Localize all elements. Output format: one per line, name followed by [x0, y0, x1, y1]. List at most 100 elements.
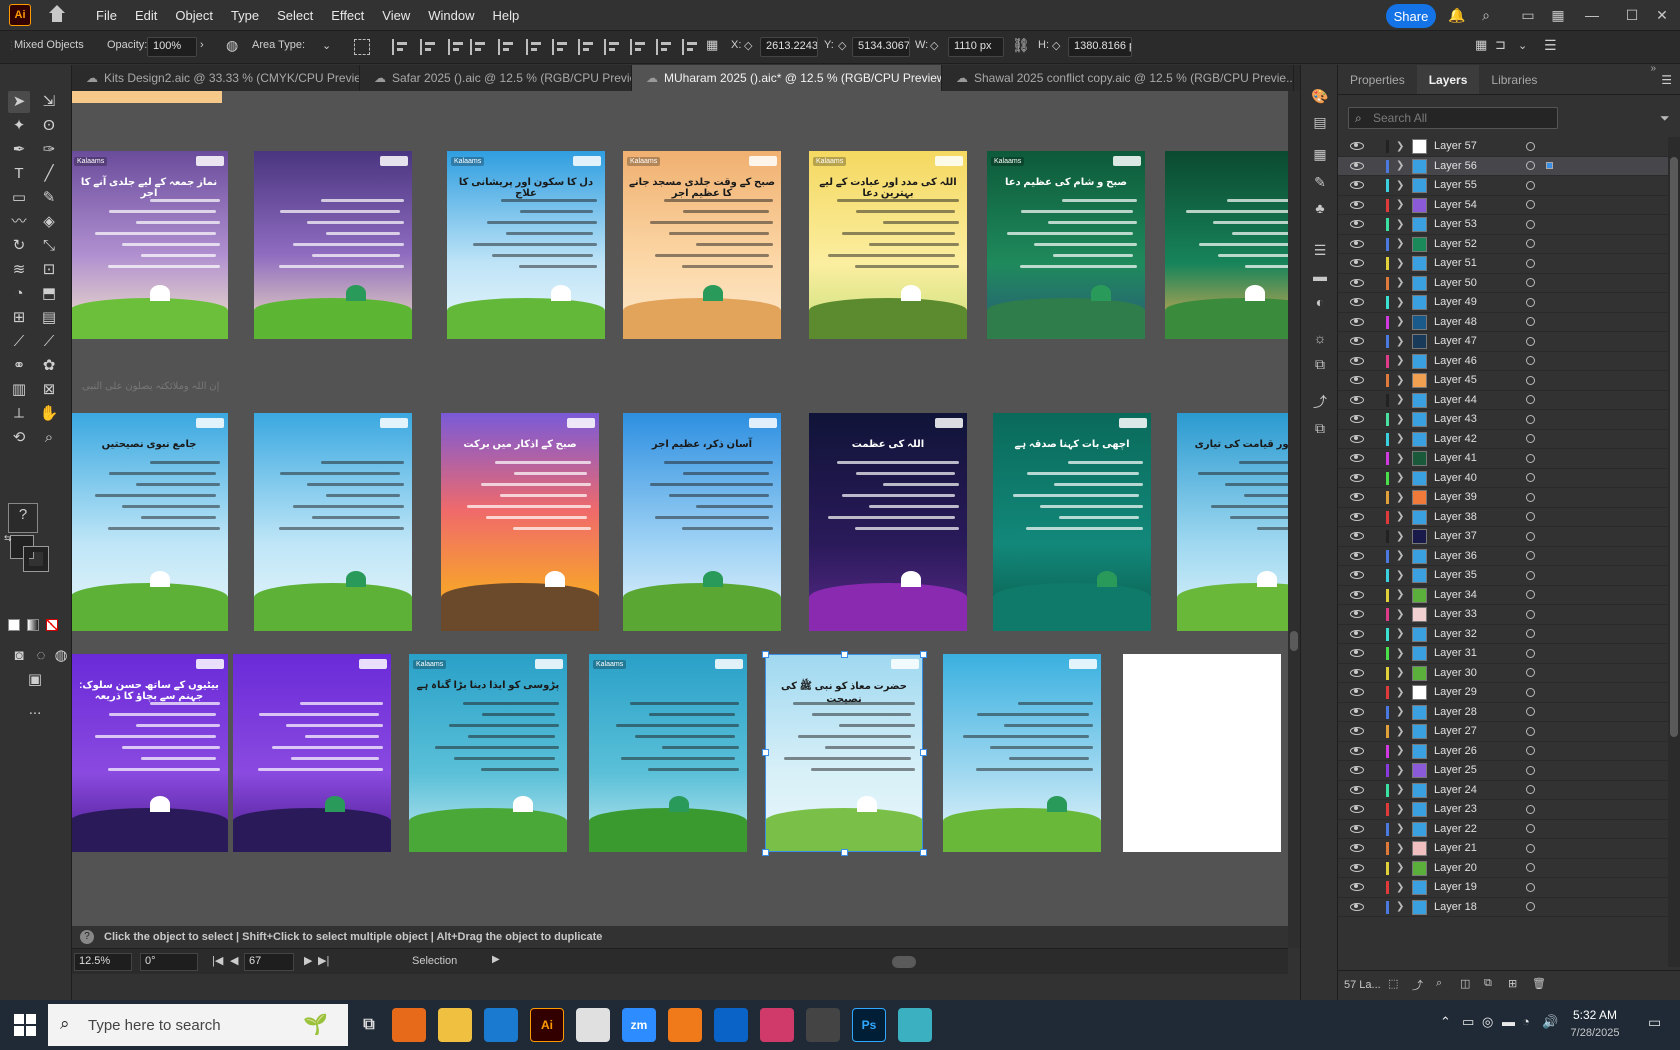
layer-target-icon[interactable] [1526, 609, 1535, 619]
expand-chevron-icon[interactable]: ❯ [1396, 687, 1404, 698]
layer-name[interactable]: Layer 22 [1434, 823, 1477, 835]
layer-row[interactable]: ❯ Layer 40 [1338, 469, 1668, 488]
paintbrush-tool-icon[interactable]: 〰 [8, 211, 30, 233]
expand-chevron-icon[interactable]: ❯ [1396, 901, 1404, 912]
artboard[interactable]: بیٹیوں کے ساتھ حسن سلوک: جہنم سے بچاؤ کا… [72, 654, 228, 852]
illustrator-taskbar-icon[interactable]: Ai [530, 1008, 564, 1042]
next-artboard-icon[interactable]: ▶ [304, 954, 312, 967]
layer-target-icon[interactable] [1526, 297, 1535, 307]
visibility-eye-icon[interactable] [1350, 220, 1364, 229]
distribute-center-icon[interactable] [656, 39, 672, 55]
visibility-eye-icon[interactable] [1350, 200, 1364, 209]
new-layer-icon[interactable]: ⊞ [1508, 977, 1517, 990]
reference-point-icon[interactable]: ▦ [706, 37, 718, 53]
layer-row[interactable]: ❯ Layer 28 [1338, 703, 1668, 722]
visibility-eye-icon[interactable] [1350, 473, 1364, 482]
expand-chevron-icon[interactable]: ❯ [1396, 355, 1404, 366]
resize-handle[interactable] [762, 651, 769, 658]
expand-chevron-icon[interactable]: ❯ [1396, 511, 1404, 522]
expand-chevron-icon[interactable]: ❯ [1396, 433, 1404, 444]
expand-chevron-icon[interactable]: ❯ [1396, 453, 1404, 464]
windows-start-icon[interactable] [14, 1014, 36, 1036]
layer-target-icon[interactable] [1526, 161, 1535, 171]
expand-chevron-icon[interactable]: ❯ [1396, 258, 1404, 269]
layer-target-icon[interactable] [1526, 863, 1535, 873]
expand-chevron-icon[interactable]: ❯ [1396, 336, 1404, 347]
graphic-styles-icon[interactable]: ⧉ [1311, 355, 1329, 373]
expand-chevron-icon[interactable]: ❯ [1396, 492, 1404, 503]
layer-target-icon[interactable] [1526, 648, 1535, 658]
recolor-icon[interactable]: ◍ [226, 37, 238, 54]
layer-row[interactable]: ❯ Layer 23 [1338, 800, 1668, 820]
distribute-left-icon[interactable] [630, 39, 646, 55]
layer-row[interactable]: ❯ Layer 18 [1338, 898, 1668, 917]
constrain-proportions-icon[interactable]: ⛓ [1012, 37, 1030, 54]
layer-name[interactable]: Layer 31 [1434, 647, 1477, 659]
visibility-eye-icon[interactable] [1350, 883, 1364, 892]
layer-row[interactable]: ❯ Layer 50 [1338, 274, 1668, 293]
brushes-icon[interactable]: ✎ [1311, 173, 1329, 191]
expand-chevron-icon[interactable]: ❯ [1396, 804, 1404, 815]
layer-name[interactable]: Layer 25 [1434, 764, 1477, 776]
visibility-eye-icon[interactable] [1350, 415, 1364, 424]
visibility-eye-icon[interactable] [1350, 493, 1364, 502]
layer-target-icon[interactable] [1526, 219, 1535, 229]
layer-target-icon[interactable] [1526, 531, 1535, 541]
more-options-chevron-icon[interactable]: ⌄ [1518, 39, 1527, 52]
selection-bounding-box[interactable] [765, 654, 923, 852]
layer-row[interactable]: ❯ Layer 35 [1338, 566, 1668, 586]
direct-selection-tool-icon[interactable]: ⇲ [38, 91, 60, 113]
visibility-eye-icon[interactable] [1350, 805, 1364, 814]
visibility-eye-icon[interactable] [1350, 590, 1364, 599]
layer-target-icon[interactable] [1526, 375, 1535, 385]
artboard[interactable]: Kalaams اللہ کی مدد اور عبادت کے لیے بہتر… [809, 151, 967, 339]
layer-name[interactable]: Layer 47 [1434, 335, 1477, 347]
expand-chevron-icon[interactable]: ❯ [1396, 823, 1404, 834]
layer-target-icon[interactable] [1526, 453, 1535, 463]
visibility-eye-icon[interactable] [1350, 824, 1364, 833]
align-top-icon[interactable] [470, 39, 486, 55]
app-gem-taskbar-icon[interactable] [898, 1008, 932, 1042]
stroke-swatch[interactable] [23, 546, 49, 572]
draw-inside-icon[interactable]: ◍ [50, 645, 72, 667]
symbols-icon[interactable]: ♣ [1311, 199, 1329, 217]
layer-name[interactable]: Layer 44 [1434, 394, 1477, 406]
collect-export-icon[interactable]: ⬚ [1388, 977, 1398, 990]
none-mode-icon[interactable] [46, 619, 58, 631]
layer-target-icon[interactable] [1526, 765, 1535, 775]
layer-name[interactable]: Layer 40 [1434, 472, 1477, 484]
layer-target-icon[interactable] [1526, 590, 1535, 600]
artboard[interactable] [943, 654, 1101, 852]
layer-row[interactable]: ❯ Layer 30 [1338, 664, 1668, 683]
expand-chevron-icon[interactable]: ❯ [1396, 745, 1404, 756]
artboard[interactable]: موت اور قیامت کی تیاری [1177, 413, 1288, 631]
w-stepper-icon[interactable]: ◇ [930, 39, 938, 52]
panel-collapse-icon[interactable]: » [1650, 63, 1656, 74]
delete-layer-icon[interactable]: 🗑 [1532, 977, 1546, 990]
slice-tool-icon[interactable]: ⟂ [8, 403, 30, 425]
artboard[interactable]: آسان ذکر، عظیم اجر [623, 413, 781, 631]
panel-options-menu-icon[interactable]: ☰ [1661, 73, 1672, 87]
layer-target-icon[interactable] [1526, 726, 1535, 736]
visibility-eye-icon[interactable] [1350, 239, 1364, 248]
type-tool-icon[interactable]: T [8, 163, 30, 185]
expand-chevron-icon[interactable]: ❯ [1396, 648, 1404, 659]
y-stepper-icon[interactable]: ◇ [838, 39, 846, 52]
artboard[interactable]: Kalaams نماز جمعہ کے لیے جلدی آنے کا اجر [72, 151, 228, 339]
opacity-arrow-icon[interactable]: › [200, 39, 204, 51]
export-asset-icon[interactable]: ⤴ [1412, 977, 1423, 993]
layer-target-icon[interactable] [1526, 512, 1535, 522]
layer-target-icon[interactable] [1526, 239, 1535, 249]
expand-chevron-icon[interactable]: ❯ [1396, 199, 1404, 210]
swap-fill-stroke-icon[interactable]: ⇆ [4, 533, 12, 544]
explorer-taskbar-icon[interactable] [438, 1008, 472, 1042]
visibility-eye-icon[interactable] [1350, 278, 1364, 287]
layer-target-icon[interactable] [1526, 687, 1535, 697]
artboard[interactable] [254, 151, 412, 339]
expand-chevron-icon[interactable]: ❯ [1396, 862, 1404, 873]
zoom-level-input[interactable]: 12.5% [74, 953, 132, 971]
visibility-eye-icon[interactable] [1350, 863, 1364, 872]
layer-row[interactable]: ❯ Layer 25 [1338, 761, 1668, 781]
firefox-taskbar-icon[interactable] [392, 1008, 426, 1042]
layer-row[interactable]: ❯ Layer 24 [1338, 781, 1668, 800]
